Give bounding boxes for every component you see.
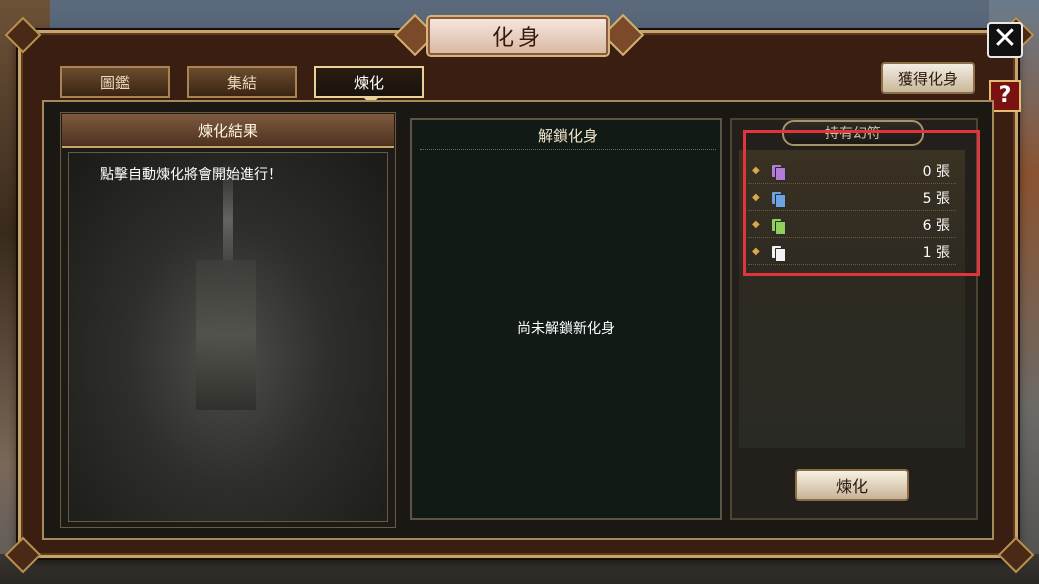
tab-label: 煉化 [353,73,384,92]
selection-highlight-box [743,130,980,276]
refine-result-title: 煉化結果 [62,114,394,148]
acquire-avatar-label: 獲得化身 [897,69,958,88]
refine-button[interactable]: 煉化 [795,469,909,501]
acquire-avatar-button[interactable]: 獲得化身 [881,62,975,94]
tab-codex[interactable]: 圖鑑 [60,66,170,98]
tab-label: 集結 [226,73,257,92]
background-ground [0,554,1039,584]
refine-result-message: 點擊自動煉化將會開始進行！ [100,167,282,183]
close-icon: ✕ [992,21,1018,56]
unlock-avatar-message: 尚未解鎖新化身 [517,321,615,337]
tab-label: 圖鑑 [99,73,130,92]
refine-button-label: 煉化 [835,477,868,496]
unlock-avatar-title: 解鎖化身 [420,122,716,150]
window-title: 化身 [428,17,608,55]
pagoda-illustration [196,260,256,410]
close-button[interactable]: ✕ [987,22,1023,58]
question-mark-icon: ? [998,83,1012,108]
tab-refine[interactable]: 煉化 [314,66,424,98]
tab-gather[interactable]: 集結 [187,66,297,98]
